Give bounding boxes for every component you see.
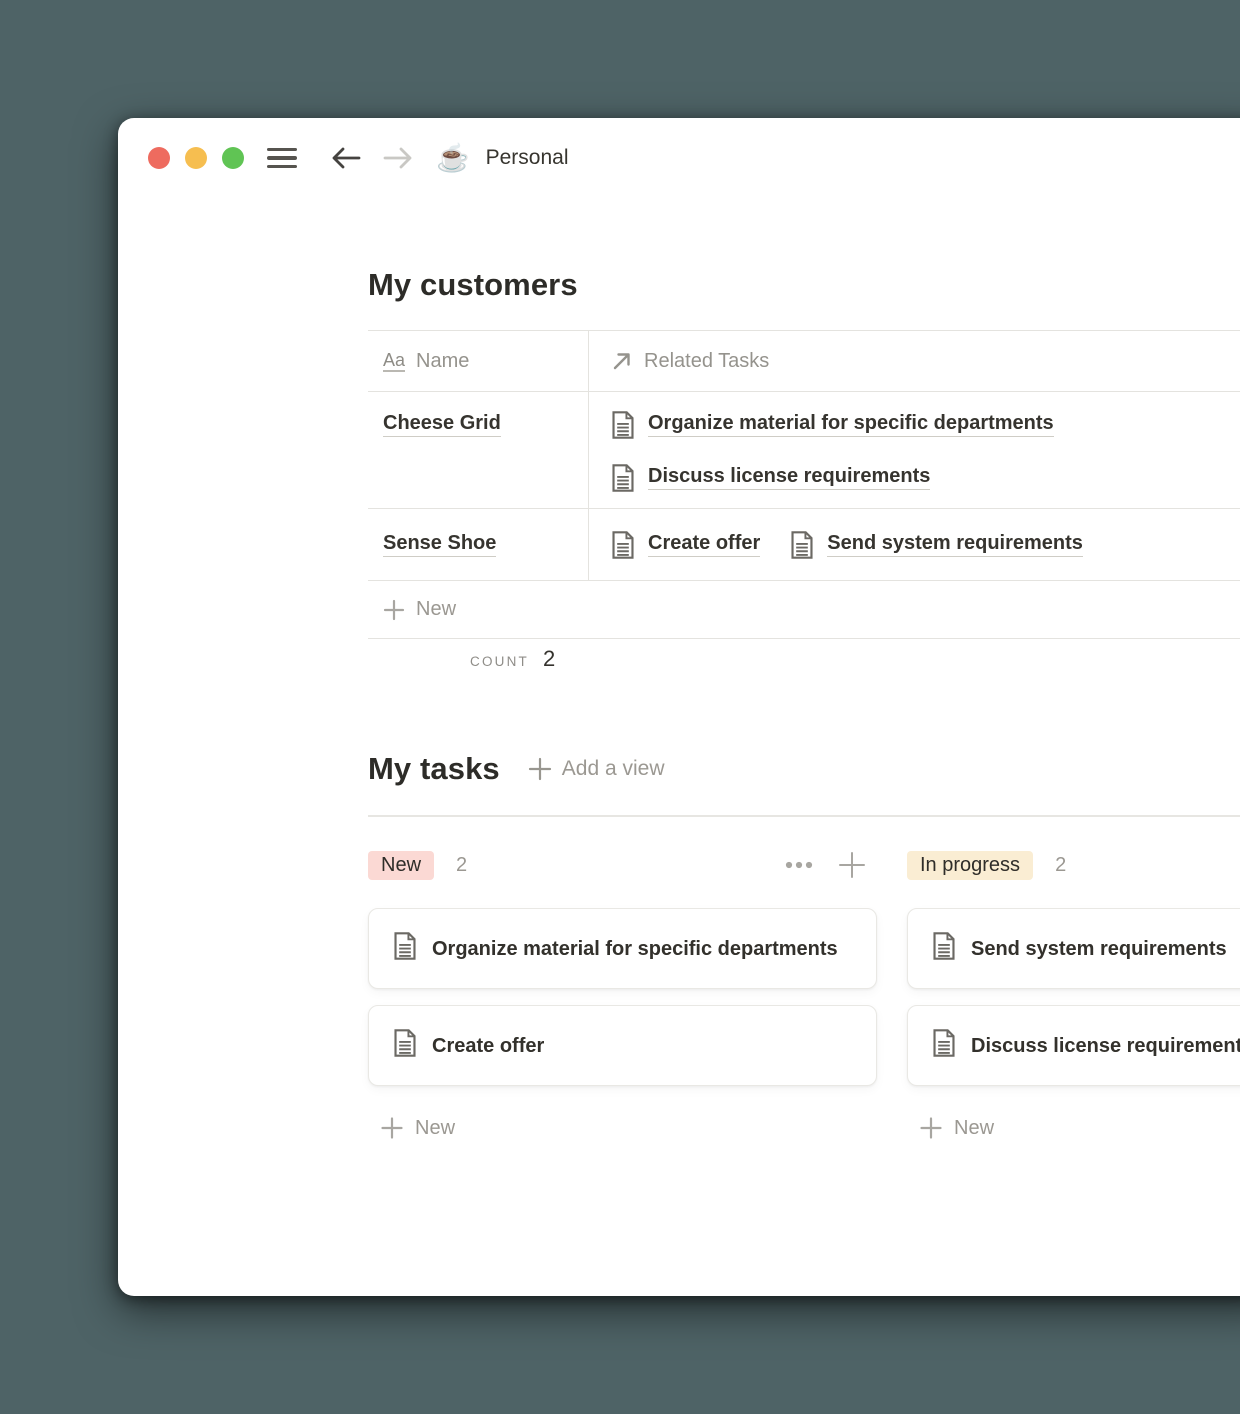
task-card[interactable]: Send system requirements [907, 908, 1240, 989]
count-label: COUNT [470, 654, 529, 669]
back-icon[interactable] [330, 145, 362, 171]
add-view-button[interactable]: Add a view [527, 756, 665, 782]
task-page-link[interactable]: Create offer [648, 532, 760, 557]
column-add-card-button[interactable] [837, 850, 867, 880]
task-card[interactable]: Discuss license requirements [907, 1005, 1240, 1086]
tasks-board: New 2 Organize material for specific dep… [368, 846, 1240, 1266]
column-more-options-button[interactable] [785, 861, 813, 869]
column-header-name-label: Name [416, 350, 469, 373]
page-emoji-icon[interactable]: ☕ [436, 145, 470, 172]
board-column-in-progress: In progress 2 Send system requirements D… [907, 846, 1240, 1140]
page-icon [393, 932, 417, 960]
title-property-icon: Aa [383, 351, 405, 372]
plus-icon [527, 756, 553, 782]
plus-icon [383, 599, 405, 621]
customers-collection-title[interactable]: My customers [368, 266, 578, 304]
page-icon [790, 531, 814, 559]
column-header-related-label: Related Tasks [644, 350, 769, 373]
status-badge-new[interactable]: New [368, 851, 434, 880]
titlebar: ☕ Personal [118, 118, 1240, 198]
page-icon [611, 464, 635, 492]
app-window: ☕ Personal My customers Aa Name Related … [118, 118, 1240, 1296]
plus-icon [919, 1116, 943, 1140]
table-row: Sense Shoe Create offer Send system requ… [368, 508, 1240, 580]
task-card[interactable]: Create offer [368, 1005, 877, 1086]
column-header-name[interactable]: Aa Name [368, 331, 589, 391]
table-header-row: Aa Name Related Tasks [368, 330, 1240, 391]
column-count: 2 [1055, 854, 1066, 877]
related-tasks-cell: Organize material for specific departmen… [589, 392, 1240, 508]
sidebar-toggle-icon[interactable] [267, 148, 297, 169]
task-card-title: Discuss license requirements [971, 1035, 1240, 1057]
page-icon [932, 1029, 956, 1057]
customer-name-cell[interactable]: Sense Shoe [368, 509, 589, 580]
page-icon [611, 411, 635, 439]
task-card-title: Create offer [432, 1035, 544, 1057]
task-page-link[interactable]: Send system requirements [827, 532, 1083, 557]
page-icon [393, 1029, 417, 1057]
zoom-button[interactable] [222, 147, 244, 169]
task-page-link[interactable]: Discuss license requirements [648, 465, 930, 490]
add-view-label: Add a view [562, 757, 665, 781]
page-icon [932, 932, 956, 960]
breadcrumb-page-title[interactable]: Personal [486, 146, 569, 170]
table-new-row-button[interactable]: New [368, 580, 1240, 639]
table-count-control[interactable]: COUNT 2 [470, 646, 555, 690]
column-header: New 2 [368, 846, 877, 884]
customers-table: Aa Name Related Tasks Cheese Grid Organi… [368, 330, 1240, 639]
minimize-button[interactable] [185, 147, 207, 169]
task-card-title: Send system requirements [971, 938, 1227, 960]
forward-icon[interactable] [382, 145, 414, 171]
close-button[interactable] [148, 147, 170, 169]
customer-page-link[interactable]: Cheese Grid [383, 412, 501, 437]
column-header-related-tasks[interactable]: Related Tasks [589, 331, 1240, 391]
section-divider [368, 815, 1240, 817]
new-card-label: New [415, 1117, 455, 1140]
relation-property-icon [611, 350, 633, 372]
plus-icon [380, 1116, 404, 1140]
traffic-lights [148, 147, 244, 169]
customer-page-link[interactable]: Sense Shoe [383, 532, 496, 557]
board-column-new: New 2 Organize material for specific dep… [368, 846, 877, 1140]
tasks-section-header: My tasks Add a view [368, 750, 665, 788]
column-new-card-button[interactable]: New [368, 1116, 877, 1140]
related-tasks-cell: Create offer Send system requirements [589, 509, 1240, 580]
ellipsis-icon [785, 861, 813, 869]
column-header: In progress 2 [907, 846, 1240, 884]
page-icon [611, 531, 635, 559]
column-new-card-button[interactable]: New [907, 1116, 1240, 1140]
customer-name-cell[interactable]: Cheese Grid [368, 392, 589, 508]
tasks-collection-title[interactable]: My tasks [368, 750, 500, 788]
column-count: 2 [456, 854, 467, 877]
task-card[interactable]: Organize material for specific departmen… [368, 908, 877, 989]
count-value: 2 [543, 646, 555, 672]
task-page-link[interactable]: Organize material for specific departmen… [648, 412, 1054, 437]
table-row: Cheese Grid Organize material for specif… [368, 391, 1240, 508]
status-badge-in-progress[interactable]: In progress [907, 851, 1033, 880]
new-card-label: New [954, 1117, 994, 1140]
table-new-label: New [416, 598, 456, 621]
task-card-title: Organize material for specific departmen… [432, 938, 838, 960]
plus-icon [837, 850, 867, 880]
